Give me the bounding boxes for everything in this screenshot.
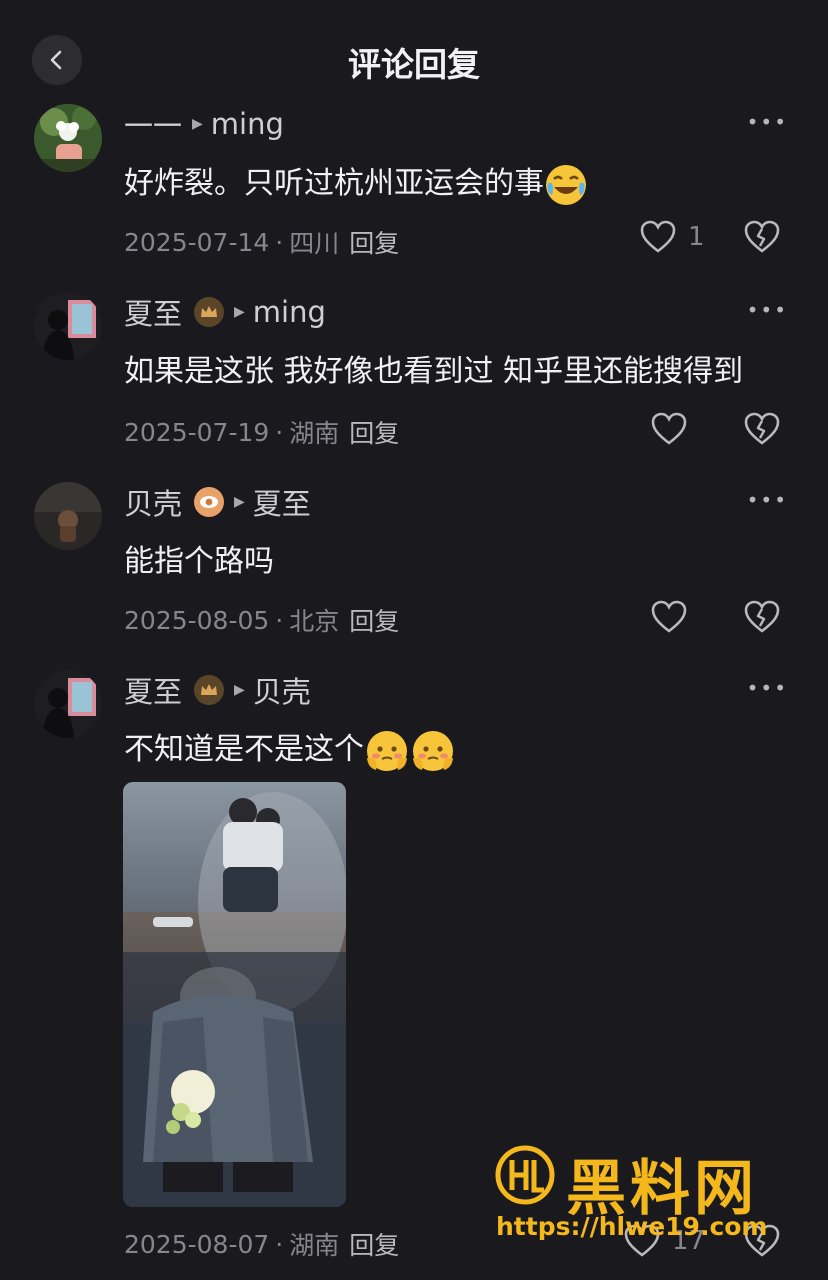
dislike-button[interactable] xyxy=(744,600,780,638)
like-count: 1 xyxy=(688,222,705,252)
more-options-icon[interactable]: ••• xyxy=(747,298,788,322)
comment-date: 2025-07-14 xyxy=(124,227,270,257)
reply-arrow-icon: ▶ xyxy=(192,116,203,132)
reply-arrow-icon: ▶ xyxy=(234,494,245,510)
more-options-icon[interactable]: ••• xyxy=(747,110,788,134)
comment-image[interactable] xyxy=(123,782,346,1207)
avatar[interactable] xyxy=(34,292,102,360)
crown-badge-icon xyxy=(194,297,225,327)
comment-location: 湖南 xyxy=(289,419,340,448)
reply-to-name[interactable]: ming xyxy=(253,295,326,329)
reply-to-name[interactable]: 贝壳 xyxy=(253,669,311,711)
comment-header: 贝壳 ▶ 夏至 xyxy=(124,482,311,522)
reply-button[interactable]: 回复 xyxy=(349,602,399,638)
separator-dot: · xyxy=(275,227,284,257)
comment-date: 2025-07-19 xyxy=(124,417,270,447)
comment-header: 夏至 ▶ 贝壳 xyxy=(124,670,311,710)
reply-to-name[interactable]: 夏至 xyxy=(253,481,311,523)
heart-icon xyxy=(640,220,676,253)
heart-icon xyxy=(651,412,687,445)
heart-icon xyxy=(651,600,687,633)
comment-text-body: 好炸裂。只听过杭州亚运会的事 xyxy=(124,166,544,201)
comment-text: 能指个路吗 xyxy=(124,544,274,579)
like-button[interactable] xyxy=(651,600,687,634)
author-name[interactable]: 夏至 xyxy=(124,291,182,333)
avatar[interactable] xyxy=(34,670,102,738)
comment-location: 四川 xyxy=(289,229,340,258)
comment-header: 夏至 ▶ ming xyxy=(124,292,326,332)
avatar[interactable] xyxy=(34,482,102,550)
separator-dot: · xyxy=(275,1229,284,1259)
separator-dot: · xyxy=(275,605,284,635)
comment-date: 2025-08-05 xyxy=(124,605,270,635)
broken-heart-icon xyxy=(744,220,780,253)
laugh-cry-emoji xyxy=(546,164,586,205)
separator-dot: · xyxy=(275,417,284,447)
reply-to-name[interactable]: ming xyxy=(211,107,284,141)
comment-meta: 2025-07-19 · 湖南 回复 xyxy=(124,414,399,450)
more-options-icon[interactable]: ••• xyxy=(747,676,788,700)
like-button[interactable]: 1 xyxy=(640,220,705,254)
reply-button[interactable]: 回复 xyxy=(349,1226,399,1262)
author-name[interactable]: 贝壳 xyxy=(124,481,182,523)
avatar[interactable] xyxy=(34,104,102,172)
comment-location: 北京 xyxy=(289,607,340,636)
comment-meta: 2025-08-05 · 北京 回复 xyxy=(124,602,399,638)
crown-badge-icon xyxy=(194,675,225,705)
top-bar: 评论回复 xyxy=(0,0,828,110)
reply-button[interactable]: 回复 xyxy=(349,414,399,450)
page-title: 评论回复 xyxy=(348,45,480,84)
comment-date: 2025-08-07 xyxy=(124,1229,270,1259)
comment-text: 如果是这张 我好像也看到过 知乎里还能搜得到 xyxy=(124,354,744,389)
more-options-icon[interactable]: ••• xyxy=(747,488,788,512)
dislike-button[interactable] xyxy=(744,412,780,450)
broken-heart-icon xyxy=(744,600,780,633)
brand-logo-icon xyxy=(495,1145,555,1205)
like-button[interactable] xyxy=(651,412,687,446)
comment-text: 好炸裂。只听过杭州亚运会的事 xyxy=(124,158,588,207)
comment-header: 一一 ▶ ming xyxy=(124,104,284,144)
reply-button[interactable]: 回复 xyxy=(349,224,399,260)
author-name[interactable]: 夏至 xyxy=(124,669,182,711)
dislike-button[interactable] xyxy=(744,220,780,258)
comment-meta: 2025-07-14 · 四川 回复 xyxy=(124,224,399,260)
comment-location: 湖南 xyxy=(289,1231,340,1260)
reply-arrow-icon: ▶ xyxy=(234,304,245,320)
broken-heart-icon xyxy=(744,412,780,445)
watermark-url: https://hlwe19.com xyxy=(496,1212,768,1241)
shy-emoji xyxy=(413,730,453,771)
author-name[interactable]: 一一 xyxy=(124,103,182,145)
shy-emoji xyxy=(367,730,407,771)
comment-text: 不知道是不是这个 xyxy=(124,724,456,774)
comment-text-body: 不知道是不是这个 xyxy=(124,732,364,767)
reply-arrow-icon: ▶ xyxy=(234,682,245,698)
watermark: 黑料网 https://hlwe19.com xyxy=(494,1140,794,1250)
eye-badge-icon xyxy=(194,487,225,517)
comment-meta: 2025-08-07 · 湖南 回复 xyxy=(124,1226,399,1262)
